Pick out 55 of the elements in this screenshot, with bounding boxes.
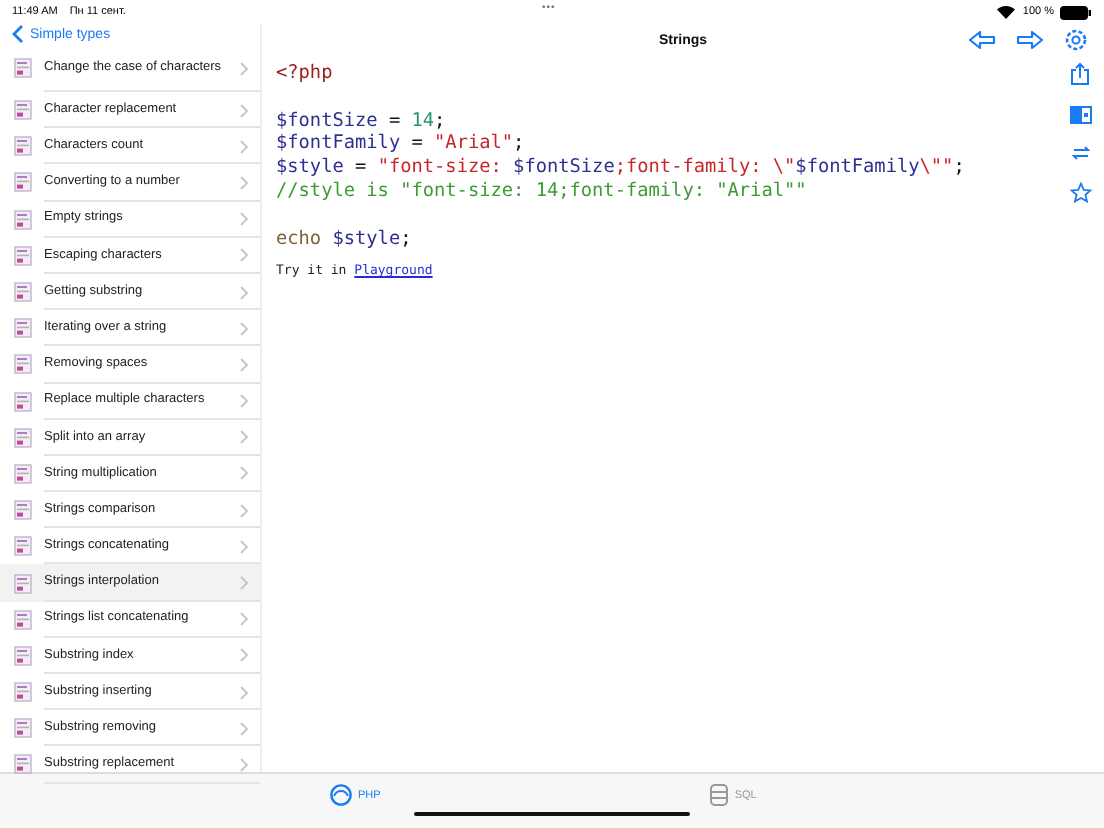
chevron-icon	[240, 612, 248, 627]
document-icon	[14, 58, 32, 78]
code-line: //style is "font-size: 14;font-family: "Arial""	[276, 179, 807, 204]
document-icon	[14, 536, 32, 557]
settings-icon[interactable]	[1064, 28, 1088, 52]
chevron-icon	[240, 175, 248, 190]
chevron-icon	[240, 139, 248, 154]
chevron-left-icon	[12, 24, 24, 44]
chevron-icon	[240, 285, 248, 300]
document-icon	[14, 609, 32, 630]
chevron-icon	[240, 321, 248, 336]
document-icon	[14, 682, 32, 703]
code-line: $fontSize = 14;	[276, 107, 446, 133]
forward-arrow-icon[interactable]	[1016, 30, 1044, 50]
document-icon	[14, 172, 32, 193]
chevron-icon	[240, 721, 248, 736]
document-icon	[14, 645, 32, 666]
battery-icon	[1060, 5, 1092, 19]
code-line: echo $style;	[276, 225, 412, 251]
chevron-icon	[240, 248, 248, 263]
document-icon	[14, 463, 32, 484]
code-line: $style = "font-size: $fontSize;font-family: \"$fontFamily\"";	[276, 156, 965, 180]
document-icon	[14, 500, 32, 521]
chevron-icon	[240, 685, 248, 700]
code-line: <?php	[276, 62, 333, 86]
document-icon	[14, 245, 32, 266]
chevron-icon	[240, 61, 248, 75]
star-icon[interactable]	[1069, 182, 1091, 204]
wifi-icon	[996, 4, 1017, 20]
back-arrow-icon[interactable]	[968, 30, 996, 50]
code-line: $fontFamily = "Arial";	[276, 132, 525, 157]
document-icon	[14, 209, 32, 230]
panel-icon[interactable]	[1069, 106, 1091, 124]
chevron-icon	[240, 103, 248, 118]
document-icon	[14, 391, 32, 412]
share-icon[interactable]	[1070, 62, 1090, 86]
document-icon	[14, 354, 32, 375]
chevron-icon	[240, 212, 248, 227]
database-icon	[710, 784, 729, 806]
chevron-icon	[240, 576, 248, 591]
document-icon	[14, 573, 32, 594]
chevron-icon	[240, 539, 248, 554]
chevron-icon	[240, 430, 248, 445]
document-icon	[14, 282, 32, 303]
document-icon	[14, 318, 32, 339]
chevron-icon	[240, 394, 248, 409]
chevron-icon	[240, 648, 248, 663]
document-icon	[14, 718, 32, 739]
chevron-icon	[240, 466, 248, 481]
document-icon	[14, 100, 32, 121]
chevron-icon	[240, 757, 248, 772]
chevron-icon	[240, 503, 248, 518]
document-icon	[14, 427, 32, 448]
chevron-icon	[240, 357, 248, 372]
document-icon	[14, 136, 32, 157]
